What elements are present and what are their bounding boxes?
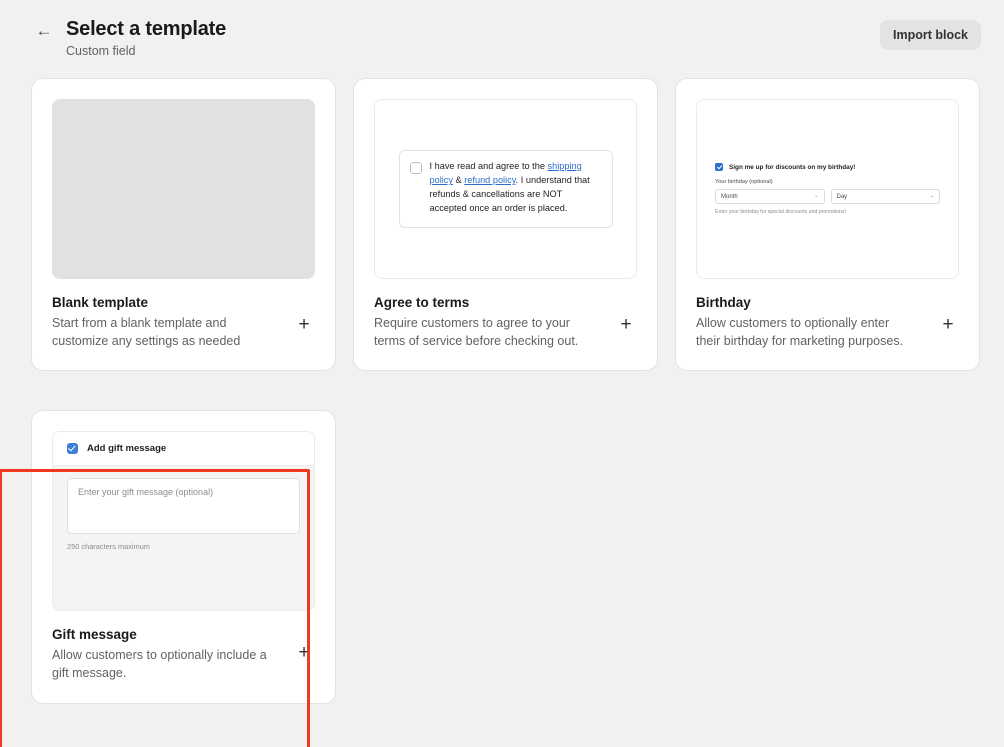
birthday-select-row: Month ⌄ Day ⌄ [715,189,940,204]
gift-message-checkbox-label: Add gift message [87,443,167,455]
month-select[interactable]: Month ⌄ [715,189,825,204]
template-card-blank-template[interactable]: Blank template Start from a blank templa… [31,78,336,372]
card-description: Require customers to agree to your terms… [374,316,579,349]
card-title: Agree to terms [374,295,470,310]
preview-birthday: Sign me up for discounts on my birthday!… [696,99,959,279]
day-select-value: Day [836,193,848,200]
birthday-form: Sign me up for discounts on my birthday!… [697,163,958,215]
birthday-field-label: Your birthday (optional) [715,179,773,185]
gift-message-textarea[interactable]: Enter your gift message (optional) [67,478,300,535]
terms-text-part1: I have read and agree to the [429,161,548,172]
birthday-optin-label: Sign me up for discounts on my birthday! [729,163,856,171]
checkbox-checked-icon [67,443,78,455]
card-title: Gift message [52,627,137,643]
card-description: Allow customers to optionally include a … [52,648,267,681]
chevron-down-icon: ⌄ [929,193,934,199]
preview-blank-placeholder [52,99,315,279]
month-select-value: Month [721,193,738,200]
gift-message-help-text: 250 characters maximum [67,542,150,552]
card-text-group: Birthday Allow customers to optionally e… [696,295,927,350]
card-text-group: Gift message Allow customers to optional… [52,627,283,682]
card-title: Blank template [52,295,149,310]
template-card-gift-message[interactable]: Add gift message Enter your gift message… [31,410,336,704]
template-grid: Blank template Start from a blank templa… [0,78,1004,747]
card-title: Birthday [696,295,751,310]
page-header: ← Select a template Custom field Import … [0,0,1004,78]
template-card-agree-to-terms[interactable]: I have read and agree to the shipping po… [353,78,658,372]
birthday-help-text: Enter your birthday for special discount… [715,209,846,215]
template-card-birthday[interactable]: Sign me up for discounts on my birthday!… [675,78,980,372]
checkbox-icon [409,162,422,175]
card-description: Allow customers to optionally enter thei… [696,316,904,349]
chevron-down-icon: ⌄ [814,193,819,199]
page-title: Select a template [66,18,227,40]
header-title-row: ← Select a template [34,18,980,41]
add-template-button[interactable]: + [293,641,315,663]
day-select[interactable]: Day ⌄ [830,189,940,204]
birthday-optin-row: Sign me up for discounts on my birthday! [715,163,940,171]
gift-message-form: Add gift message Enter your gift message… [53,432,314,611]
preview-gift-message: Add gift message Enter your gift message… [52,431,315,612]
card-footer: Agree to terms Require customers to agre… [374,279,637,350]
preview-agree-to-terms: I have read and agree to the shipping po… [374,99,637,279]
card-footer: Birthday Allow customers to optionally e… [696,279,959,350]
add-template-button[interactable]: + [615,313,637,335]
card-footer: Blank template Start from a blank templa… [52,279,315,350]
terms-checkbox-block: I have read and agree to the shipping po… [398,150,613,228]
card-text-group: Agree to terms Require customers to agre… [374,295,605,350]
add-template-button[interactable]: + [937,313,959,335]
card-description: Start from a blank template and customiz… [52,316,241,349]
terms-text-amp: & [453,175,465,186]
page-subtitle: Custom field [66,44,136,58]
arrow-left-icon[interactable]: ← [34,21,54,41]
gift-message-header: Add gift message [53,432,314,467]
gift-message-body: Enter your gift message (optional) 250 c… [53,466,314,611]
card-text-group: Blank template Start from a blank templa… [52,295,283,350]
import-block-button[interactable]: Import block [879,20,981,50]
add-template-button[interactable]: + [293,313,315,335]
terms-text: I have read and agree to the shipping po… [430,160,602,216]
refund-policy-link[interactable]: refund policy [464,175,515,185]
checkbox-checked-icon [715,163,723,171]
card-footer: Gift message Allow customers to optional… [52,611,315,682]
